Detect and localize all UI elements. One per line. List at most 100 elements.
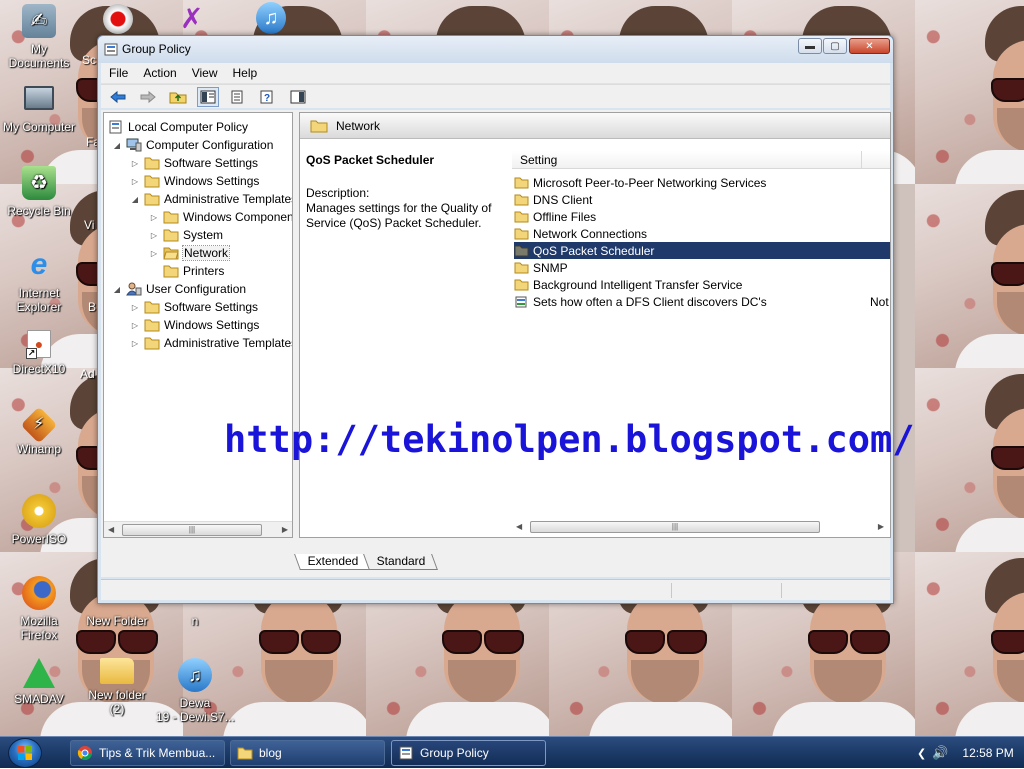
tree-item-user-configuration[interactable]: ◢ User Configuration (112, 280, 246, 298)
desktop-icon-dewa19[interactable]: ♫ Dewa 19 - Dewi.S7... (156, 658, 235, 724)
desktop-icon-my-computer[interactable]: My Computer (0, 86, 78, 134)
desktop-icon-label: Mozilla Firefox (20, 614, 58, 642)
music-app-icon[interactable]: ♫ (256, 2, 286, 34)
close-button[interactable]: ✕ (849, 38, 890, 54)
window-titlebar[interactable]: Group Policy ▬ ▢ ✕ (98, 36, 893, 63)
list-item[interactable]: SNMP (514, 259, 890, 276)
menu-view[interactable]: View (192, 66, 218, 80)
collapse-arrow-icon[interactable]: ◢ (112, 141, 122, 150)
collapse-arrow-icon[interactable]: ◢ (130, 195, 140, 204)
tree-item-windows-settings[interactable]: ▷ Windows Settings (130, 172, 259, 190)
menu-help[interactable]: Help (233, 66, 258, 80)
taskbar-item-label: Group Policy (420, 746, 489, 760)
tree-item-printers[interactable]: Printers (163, 262, 224, 280)
list-horizontal-scrollbar[interactable]: ◀ ||| ▶ (512, 519, 890, 535)
expand-arrow-icon[interactable]: ▷ (130, 159, 140, 168)
folder-icon (310, 120, 328, 132)
taskbar-item-blog-folder[interactable]: blog (230, 740, 385, 766)
tree-horizontal-scrollbar[interactable]: ◀ ||| ▶ (104, 521, 292, 537)
volume-icon[interactable]: 🔊 (932, 745, 948, 761)
list-item-selected[interactable]: QoS Packet Scheduler (514, 242, 890, 259)
clock[interactable]: 12:58 PM (962, 746, 1013, 760)
scroll-thumb[interactable]: ||| (122, 524, 262, 536)
maximize-button[interactable]: ▢ (823, 38, 847, 54)
tab-standard[interactable]: Standard (362, 554, 438, 570)
desktop-icon-label: Winamp (16, 442, 61, 456)
list-item[interactable]: Sets how often a DFS Client discovers DC… (514, 293, 890, 310)
show-hide-action-pane-button[interactable] (287, 87, 309, 107)
list-item[interactable]: Offline Files (514, 208, 890, 225)
desktop-icon-new-folder-2[interactable]: New folder (2) (78, 658, 156, 716)
tree-item-user-software-settings[interactable]: ▷ Software Settings (130, 298, 258, 316)
list-item-state: Not (870, 294, 889, 309)
folder-icon (144, 319, 160, 332)
tree-item-local-computer-policy[interactable]: Local Computer Policy (108, 118, 248, 136)
up-one-level-button[interactable] (167, 87, 189, 107)
expand-arrow-icon[interactable]: ▷ (130, 177, 140, 186)
list-item[interactable]: Microsoft Peer-to-Peer Networking Servic… (514, 174, 890, 191)
show-hidden-icons-icon[interactable]: ❮ (917, 747, 926, 760)
tree-item-user-windows-settings[interactable]: ▷ Windows Settings (130, 316, 259, 334)
desktop-icon-poweriso[interactable]: PowerISO (0, 494, 78, 546)
taskbar-item-group-policy[interactable]: Group Policy (391, 740, 546, 766)
tree-item-network[interactable]: ▷ Network (149, 244, 231, 262)
tree-item-administrative-templates[interactable]: ◢ Administrative Templates (130, 190, 292, 208)
list-item[interactable]: Network Connections (514, 225, 890, 242)
desktop-icon-winamp[interactable]: ⚡ Winamp (0, 406, 78, 456)
collapse-arrow-icon[interactable]: ◢ (112, 285, 122, 294)
editor-app-icon[interactable]: ✗ (180, 2, 208, 34)
computer-icon (24, 86, 54, 110)
expand-arrow-icon[interactable]: ▷ (130, 321, 140, 330)
folder-up-icon (169, 92, 187, 103)
expand-arrow-icon[interactable]: ▷ (149, 231, 159, 240)
column-header-setting[interactable]: Setting (512, 151, 862, 168)
start-button[interactable] (8, 738, 42, 768)
folder-icon (514, 177, 529, 188)
winamp-icon: ⚡ (20, 406, 58, 444)
list-item[interactable]: DNS Client (514, 191, 890, 208)
desktop-icon-mozilla-firefox[interactable]: Mozilla Firefox (0, 576, 78, 642)
desktop-icon-smadav[interactable]: SMADAV (0, 658, 78, 706)
menu-action[interactable]: Action (143, 66, 176, 80)
record-app-icon[interactable] (103, 4, 133, 34)
expand-arrow-icon[interactable]: ▷ (149, 249, 159, 258)
scroll-left-arrow-icon[interactable]: ◀ (516, 522, 522, 531)
desktop-icon-directx10[interactable]: ● ↗ DirectX10 (0, 330, 78, 376)
menu-file[interactable]: File (109, 66, 128, 80)
policy-setting-icon (515, 296, 527, 307)
tab-extended[interactable]: Extended (294, 554, 371, 570)
firefox-icon (22, 576, 56, 610)
forward-button[interactable] (137, 87, 159, 107)
details-pane: Network QoS Packet Scheduler Description… (299, 112, 891, 538)
desktop-icon-recycle-bin[interactable]: ♻ Recycle Bin (0, 166, 78, 218)
tree-item-user-administrative-templates[interactable]: ▷ Administrative Templates (130, 334, 292, 352)
expand-arrow-icon[interactable]: ▷ (130, 339, 140, 348)
tree-item-label: User Configuration (146, 282, 247, 296)
tab-label: Extended (307, 554, 359, 568)
desktop-icon-internet-explorer[interactable]: e Internet Explorer (0, 248, 78, 315)
group-policy-app-icon (399, 746, 413, 760)
list-item[interactable]: Background Intelligent Transfer Service (514, 276, 890, 293)
user-config-icon (126, 282, 142, 296)
scroll-thumb[interactable]: ||| (530, 521, 820, 533)
help-button[interactable]: ? (257, 87, 279, 107)
tree-item-system[interactable]: ▷ System (149, 226, 223, 244)
export-list-button[interactable] (227, 87, 249, 107)
scroll-left-arrow-icon[interactable]: ◀ (108, 525, 114, 534)
back-button[interactable] (107, 87, 129, 107)
extended-description: QoS Packet Scheduler Description: Manage… (300, 141, 510, 537)
desktop-icon-my-documents[interactable]: ✍ My Documents (0, 4, 78, 70)
folder-icon (163, 265, 179, 278)
taskbar-item-chrome[interactable]: Tips & Trik Membua... (70, 740, 225, 766)
tree-item-software-settings[interactable]: ▷ Software Settings (130, 154, 258, 172)
tree-item-label: Local Computer Policy (128, 120, 249, 134)
minimize-button[interactable]: ▬ (798, 38, 822, 54)
tree-item-windows-components[interactable]: ▷ Windows Components (149, 208, 292, 226)
scroll-right-arrow-icon[interactable]: ▶ (282, 525, 288, 534)
smadav-icon (23, 658, 55, 688)
scroll-right-arrow-icon[interactable]: ▶ (878, 522, 884, 531)
expand-arrow-icon[interactable]: ▷ (149, 213, 159, 222)
expand-arrow-icon[interactable]: ▷ (130, 303, 140, 312)
tree-item-computer-configuration[interactable]: ◢ Computer Configuration (112, 136, 273, 154)
show-hide-tree-button[interactable] (197, 86, 219, 107)
